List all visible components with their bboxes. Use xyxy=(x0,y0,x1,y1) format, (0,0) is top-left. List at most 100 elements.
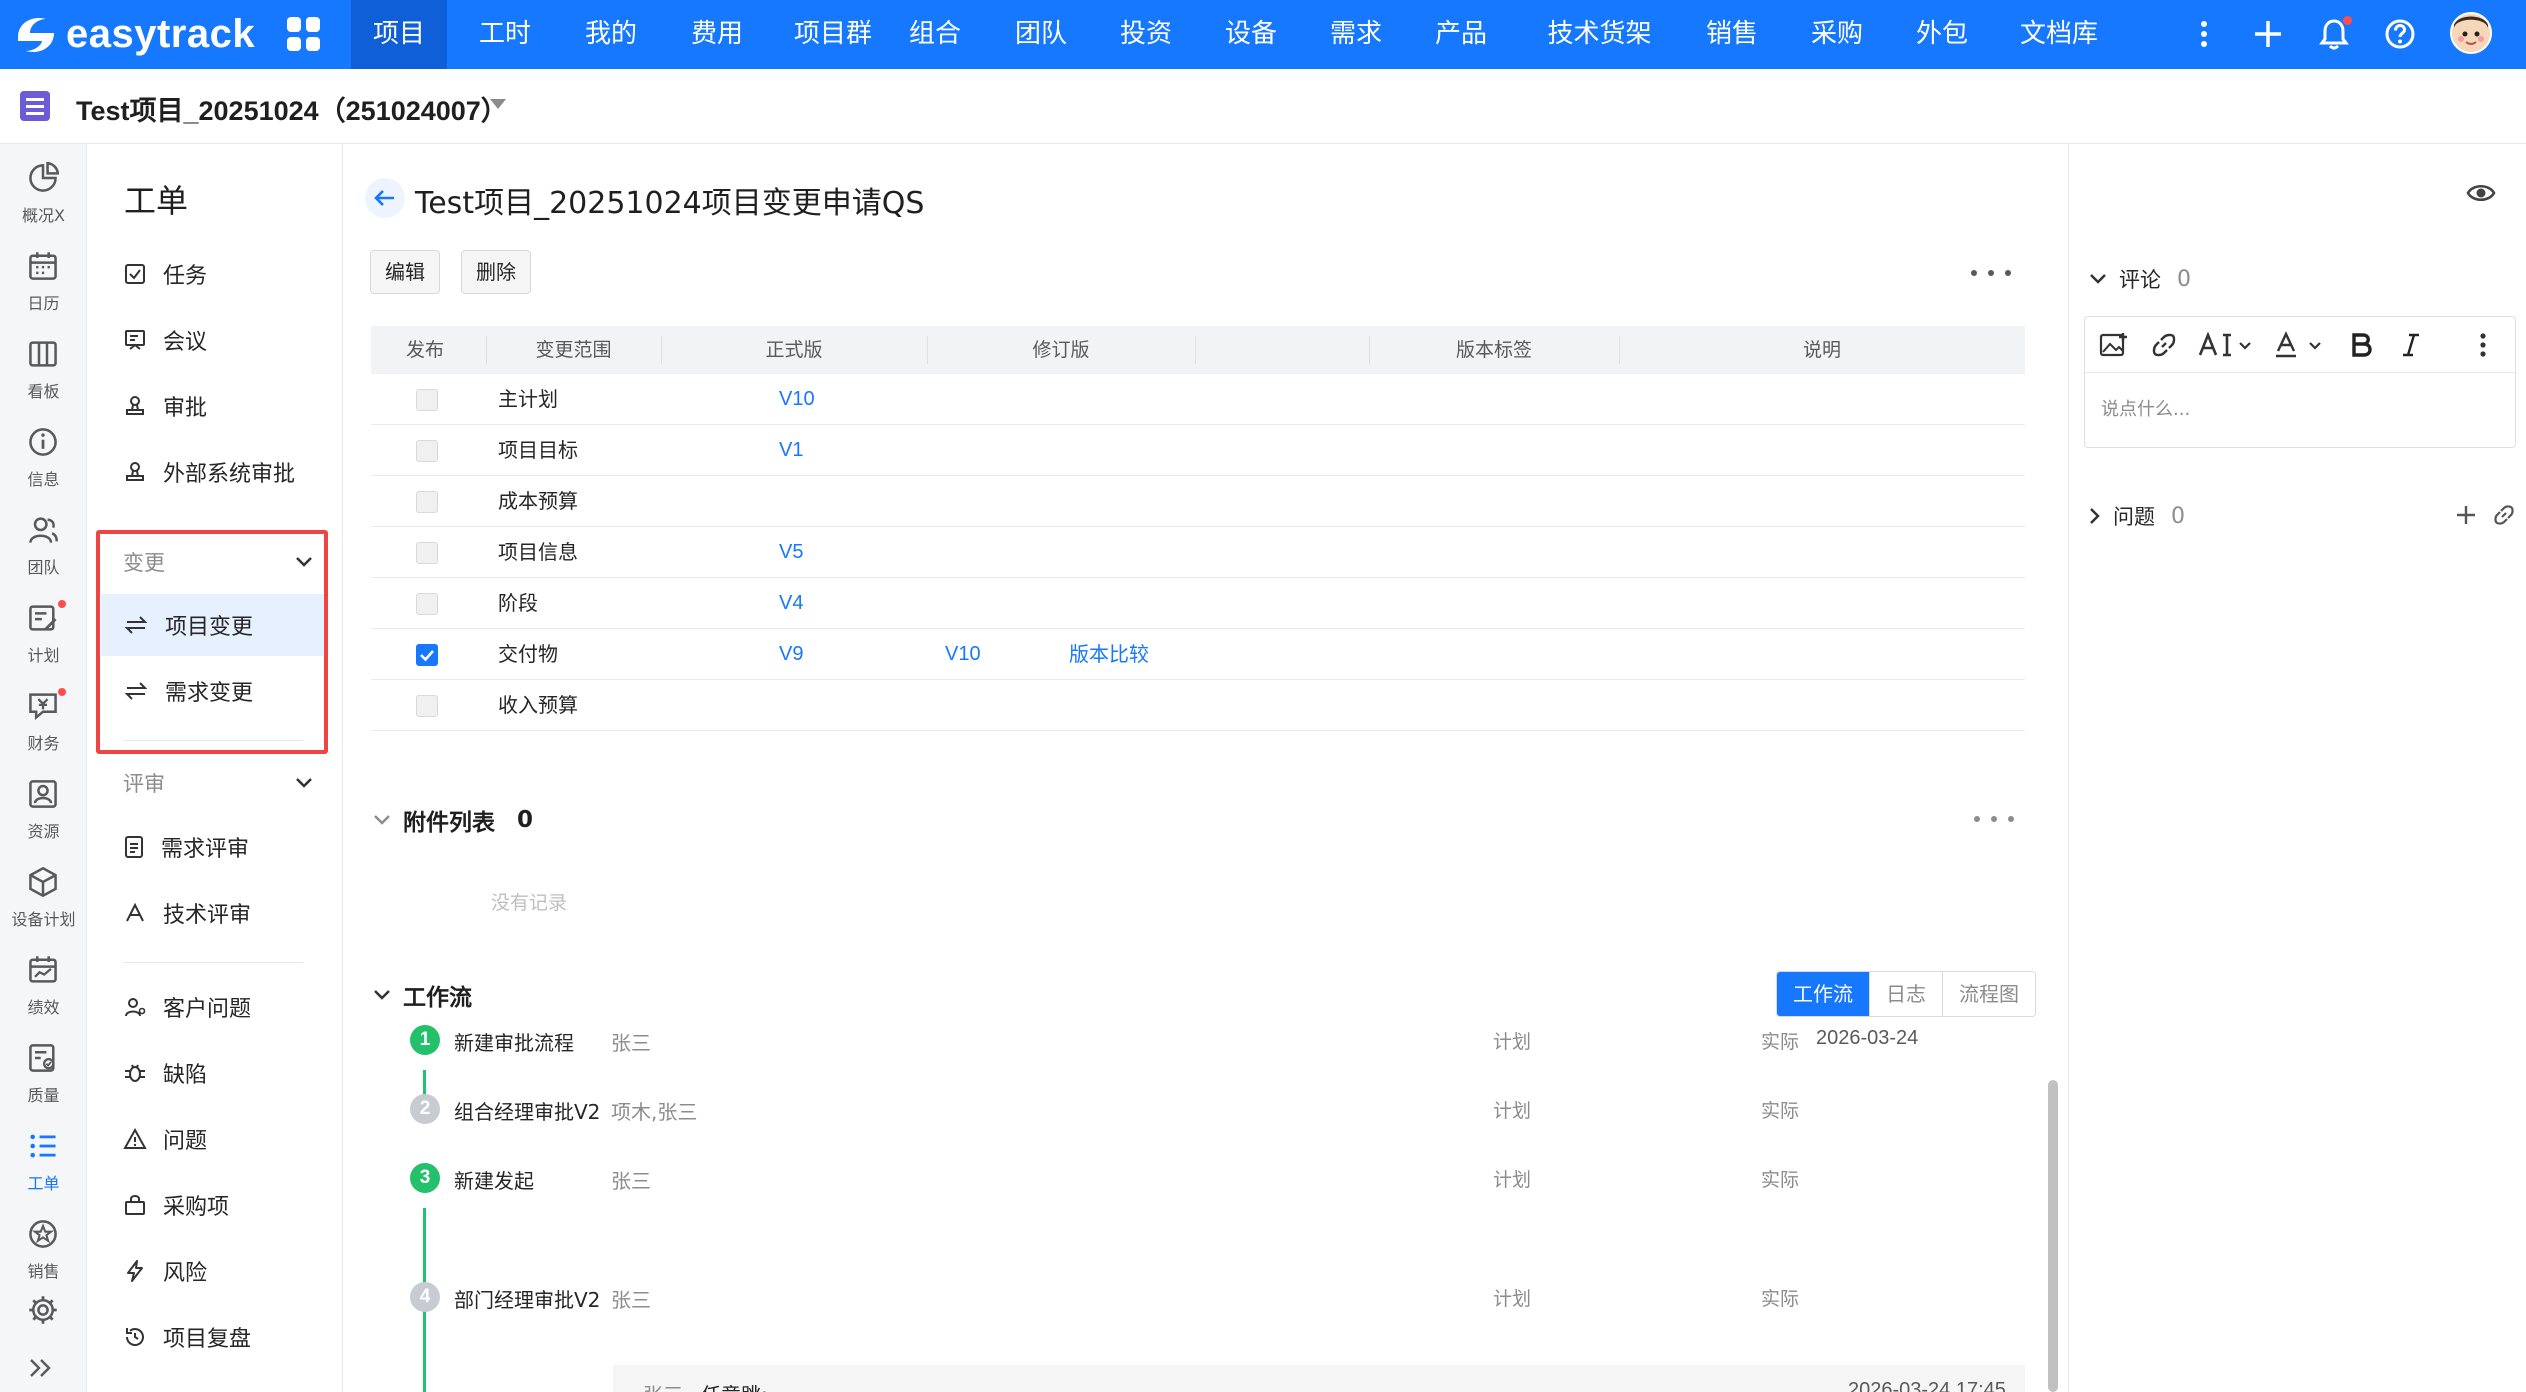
topnav-item[interactable]: 技术货架 xyxy=(1528,0,1671,69)
table-row: 收入预算 xyxy=(371,680,2025,731)
topnav-item[interactable]: 我的 xyxy=(563,0,659,69)
rail-item[interactable]: 设备计划 xyxy=(0,858,87,942)
sidebar-item-defect[interactable]: 缺陷 xyxy=(101,1042,327,1104)
apps-grid-icon[interactable] xyxy=(287,17,321,51)
rail-item[interactable]: 日历 xyxy=(0,242,87,326)
toolbar-more-icon[interactable] xyxy=(2479,331,2487,359)
sidebar-item-customer-issue[interactable]: 客户问题 xyxy=(101,976,327,1038)
comments-header[interactable]: 评论 0 xyxy=(2089,264,2191,294)
sidebar-item-issue[interactable]: 问题 xyxy=(101,1108,327,1170)
sidebar-item-risk[interactable]: 风险 xyxy=(101,1240,327,1302)
settings-gear-icon[interactable] xyxy=(0,1286,87,1334)
sidebar-item-meeting[interactable]: 会议 xyxy=(101,309,327,371)
sidebar-item-requirement-review[interactable]: 需求评审 xyxy=(101,816,327,878)
expand-sidebar-icon[interactable] xyxy=(0,1348,87,1388)
comment-editor[interactable]: 说点什么... xyxy=(2084,316,2516,448)
link-icon[interactable] xyxy=(2151,331,2177,359)
topnav-item[interactable]: 工时 xyxy=(457,0,553,69)
rail-item[interactable]: 质量 xyxy=(0,1034,87,1118)
publish-checkbox[interactable] xyxy=(416,593,438,615)
main-scrollbar[interactable] xyxy=(2048,1080,2058,1392)
project-title[interactable]: Test项目_20251024（251024007） xyxy=(76,89,508,128)
ai-font-size-icon[interactable] xyxy=(2197,331,2255,359)
workflow-header[interactable]: 工作流 xyxy=(373,978,472,1012)
rail-item-label: 销售 xyxy=(27,1262,60,1281)
revised-version-link[interactable]: V10 xyxy=(945,629,981,679)
sidebar-item-external-approval[interactable]: 外部系统审批 xyxy=(101,441,327,503)
font-color-icon[interactable] xyxy=(2273,331,2331,359)
rail-notification-dot xyxy=(58,688,66,696)
bold-icon[interactable] xyxy=(2351,331,2373,359)
bell-icon[interactable] xyxy=(2314,14,2354,54)
formal-version-link[interactable]: V1 xyxy=(779,425,803,475)
back-button[interactable] xyxy=(365,178,405,218)
rail-item-label: 财务 xyxy=(27,734,60,753)
rail-item-label: 计划 xyxy=(27,646,60,665)
comments-count: 0 xyxy=(2177,266,2191,292)
topnav-item[interactable]: 需求 xyxy=(1308,0,1404,69)
rail-item[interactable]: 工单 xyxy=(0,1122,87,1206)
workflow-log-entry: 张三 任意跳: 2026-03-24 17:45 xyxy=(613,1365,2025,1392)
user-avatar[interactable] xyxy=(2450,12,2492,54)
rail-item[interactable]: 绩效 xyxy=(0,946,87,1030)
publish-checkbox[interactable] xyxy=(416,491,438,513)
version-compare-link[interactable]: 版本比较 xyxy=(1069,629,1149,679)
more-vertical-icon[interactable] xyxy=(2184,14,2224,54)
sidebar-item-approval[interactable]: 审批 xyxy=(101,375,327,437)
topnav-item[interactable]: 采购 xyxy=(1789,0,1885,69)
topnav-item[interactable]: 组合 xyxy=(887,0,983,69)
publish-checkbox[interactable] xyxy=(416,440,438,462)
rail-item[interactable]: 销售 xyxy=(0,1210,87,1294)
topnav-item[interactable]: 设备 xyxy=(1203,0,1299,69)
link-issue-icon[interactable] xyxy=(2493,504,2515,531)
tab-workflow[interactable]: 工作流 xyxy=(1777,972,1869,1016)
topnav-item[interactable]: 费用 xyxy=(669,0,765,69)
formal-version-link[interactable]: V4 xyxy=(779,578,803,628)
insert-image-icon[interactable] xyxy=(2099,331,2129,359)
attachments-more-icon[interactable] xyxy=(1974,809,2014,829)
topnav-item[interactable]: 项目群 xyxy=(774,0,892,69)
sidebar-item-purchase[interactable]: 采购项 xyxy=(101,1174,327,1236)
plus-icon[interactable] xyxy=(2248,14,2288,54)
tab-flowchart[interactable]: 流程图 xyxy=(1942,972,2035,1016)
topnav-item[interactable]: 投资 xyxy=(1098,0,1194,69)
rail-item[interactable]: 计划 xyxy=(0,594,87,678)
rail-item[interactable]: 资源 xyxy=(0,770,87,854)
rail-item[interactable]: 看板 xyxy=(0,330,87,414)
formal-version-link[interactable]: V5 xyxy=(779,527,803,577)
sidebar-item-technical-review[interactable]: 技术评审 xyxy=(101,882,327,944)
step-number-badge: 3 xyxy=(410,1163,440,1193)
sidebar-item-retrospective[interactable]: 项目复盘 xyxy=(101,1306,327,1368)
issues-header[interactable]: 问题 0 xyxy=(2089,501,2185,531)
topnav-item[interactable]: 团队 xyxy=(993,0,1089,69)
eye-icon[interactable] xyxy=(2466,182,2496,209)
formal-version-link[interactable]: V10 xyxy=(779,374,815,424)
tab-log[interactable]: 日志 xyxy=(1869,972,1942,1016)
italic-icon[interactable] xyxy=(2401,331,2421,359)
help-icon[interactable] xyxy=(2380,14,2420,54)
sidebar-group-review[interactable]: 评审 xyxy=(123,763,313,803)
publish-checkbox[interactable] xyxy=(416,644,438,666)
sidebar-item-task[interactable]: 任务 xyxy=(101,243,327,305)
highlight-box xyxy=(96,530,328,754)
topnav-item[interactable]: 产品 xyxy=(1413,0,1509,69)
topnav-item[interactable]: 文档库 xyxy=(1999,0,2119,69)
topnav-item[interactable]: 外包 xyxy=(1894,0,1990,69)
publish-checkbox[interactable] xyxy=(416,389,438,411)
topnav-item[interactable]: 销售 xyxy=(1684,0,1780,69)
project-dropdown-caret-icon[interactable] xyxy=(490,99,506,109)
rail-item[interactable]: 概况X xyxy=(0,154,87,238)
app-logo[interactable]: easytrack xyxy=(10,6,255,62)
publish-checkbox[interactable] xyxy=(416,695,438,717)
rail-item[interactable]: 信息 xyxy=(0,418,87,502)
formal-version-link[interactable]: V9 xyxy=(779,629,803,679)
delete-button[interactable]: 删除 xyxy=(461,250,531,294)
publish-checkbox[interactable] xyxy=(416,542,438,564)
more-actions-icon[interactable] xyxy=(1971,263,2011,283)
rail-item[interactable]: 财务 xyxy=(0,682,87,766)
add-issue-icon[interactable] xyxy=(2455,504,2477,531)
topnav-item[interactable]: 项目 xyxy=(351,0,447,69)
edit-button[interactable]: 编辑 xyxy=(370,250,440,294)
attachments-header[interactable]: 附件列表 0 xyxy=(373,803,533,837)
rail-item[interactable]: 团队 xyxy=(0,506,87,590)
